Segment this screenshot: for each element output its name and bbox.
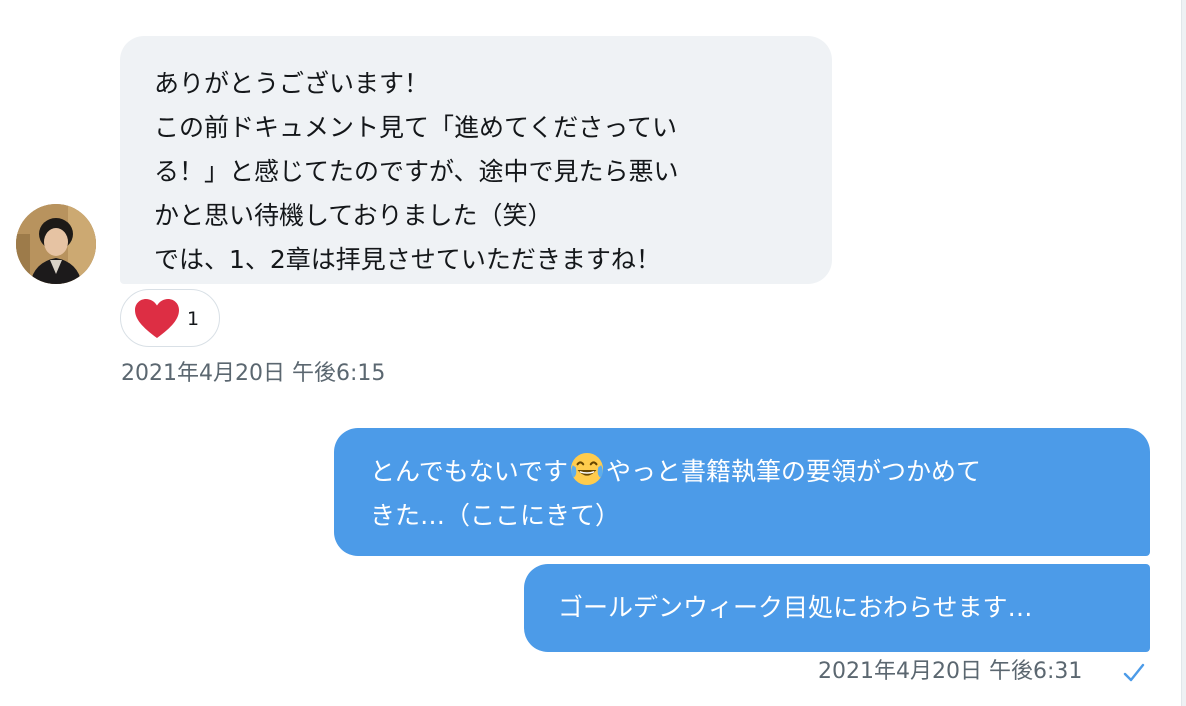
heart-icon [135, 299, 179, 338]
checkmark-icon [1123, 663, 1145, 682]
sent-timestamp: 2021年4月20日 午後6:31 [818, 659, 1083, 684]
message-text-line: この前ドキュメント見て「進めてくださってい [154, 113, 678, 142]
message-text-line: る！」と感じてたのですが、途中で見たら悪い [154, 157, 679, 186]
message-text-line: きた…（ここにきて） [370, 501, 621, 530]
message-text-line: では、1、2章は拝見させていただきますね！ [154, 245, 661, 274]
message-text-segment: とんでもないです [370, 457, 569, 486]
message-text-line: とんでもないです やっと書籍執筆の要領がつかめて [370, 450, 1126, 494]
message-text-segment: やっと書籍執筆の要領がつかめて [606, 457, 982, 486]
reaction-count: 1 [187, 308, 200, 330]
received-timestamp: 2021年4月20日 午後6:15 [121, 361, 386, 386]
message-text-line: かと思い待機しておりました（笑） [154, 201, 553, 230]
message-text-line: ゴールデンウィーク目処におわらせます… [558, 593, 1033, 622]
dm-conversation: ありがとうございます！ この前ドキュメント見て「進めてくださってい る！」と感じ… [0, 0, 1186, 706]
avatar[interactable] [16, 204, 96, 284]
reaction-pill[interactable]: 1 [120, 289, 220, 347]
received-message-bubble[interactable]: ありがとうございます！ この前ドキュメント見て「進めてくださってい る！」と感じ… [120, 36, 832, 284]
face-with-tears-of-joy-icon [570, 452, 604, 486]
message-text-line: ありがとうございます！ [154, 69, 430, 98]
sent-message-bubble[interactable]: ゴールデンウィーク目処におわらせます… [524, 564, 1150, 652]
scrollbar-track[interactable] [1181, 0, 1186, 706]
sent-message-bubble[interactable]: とんでもないです やっと書籍執筆の要領がつかめて きた…（ここにきて） [334, 428, 1150, 556]
